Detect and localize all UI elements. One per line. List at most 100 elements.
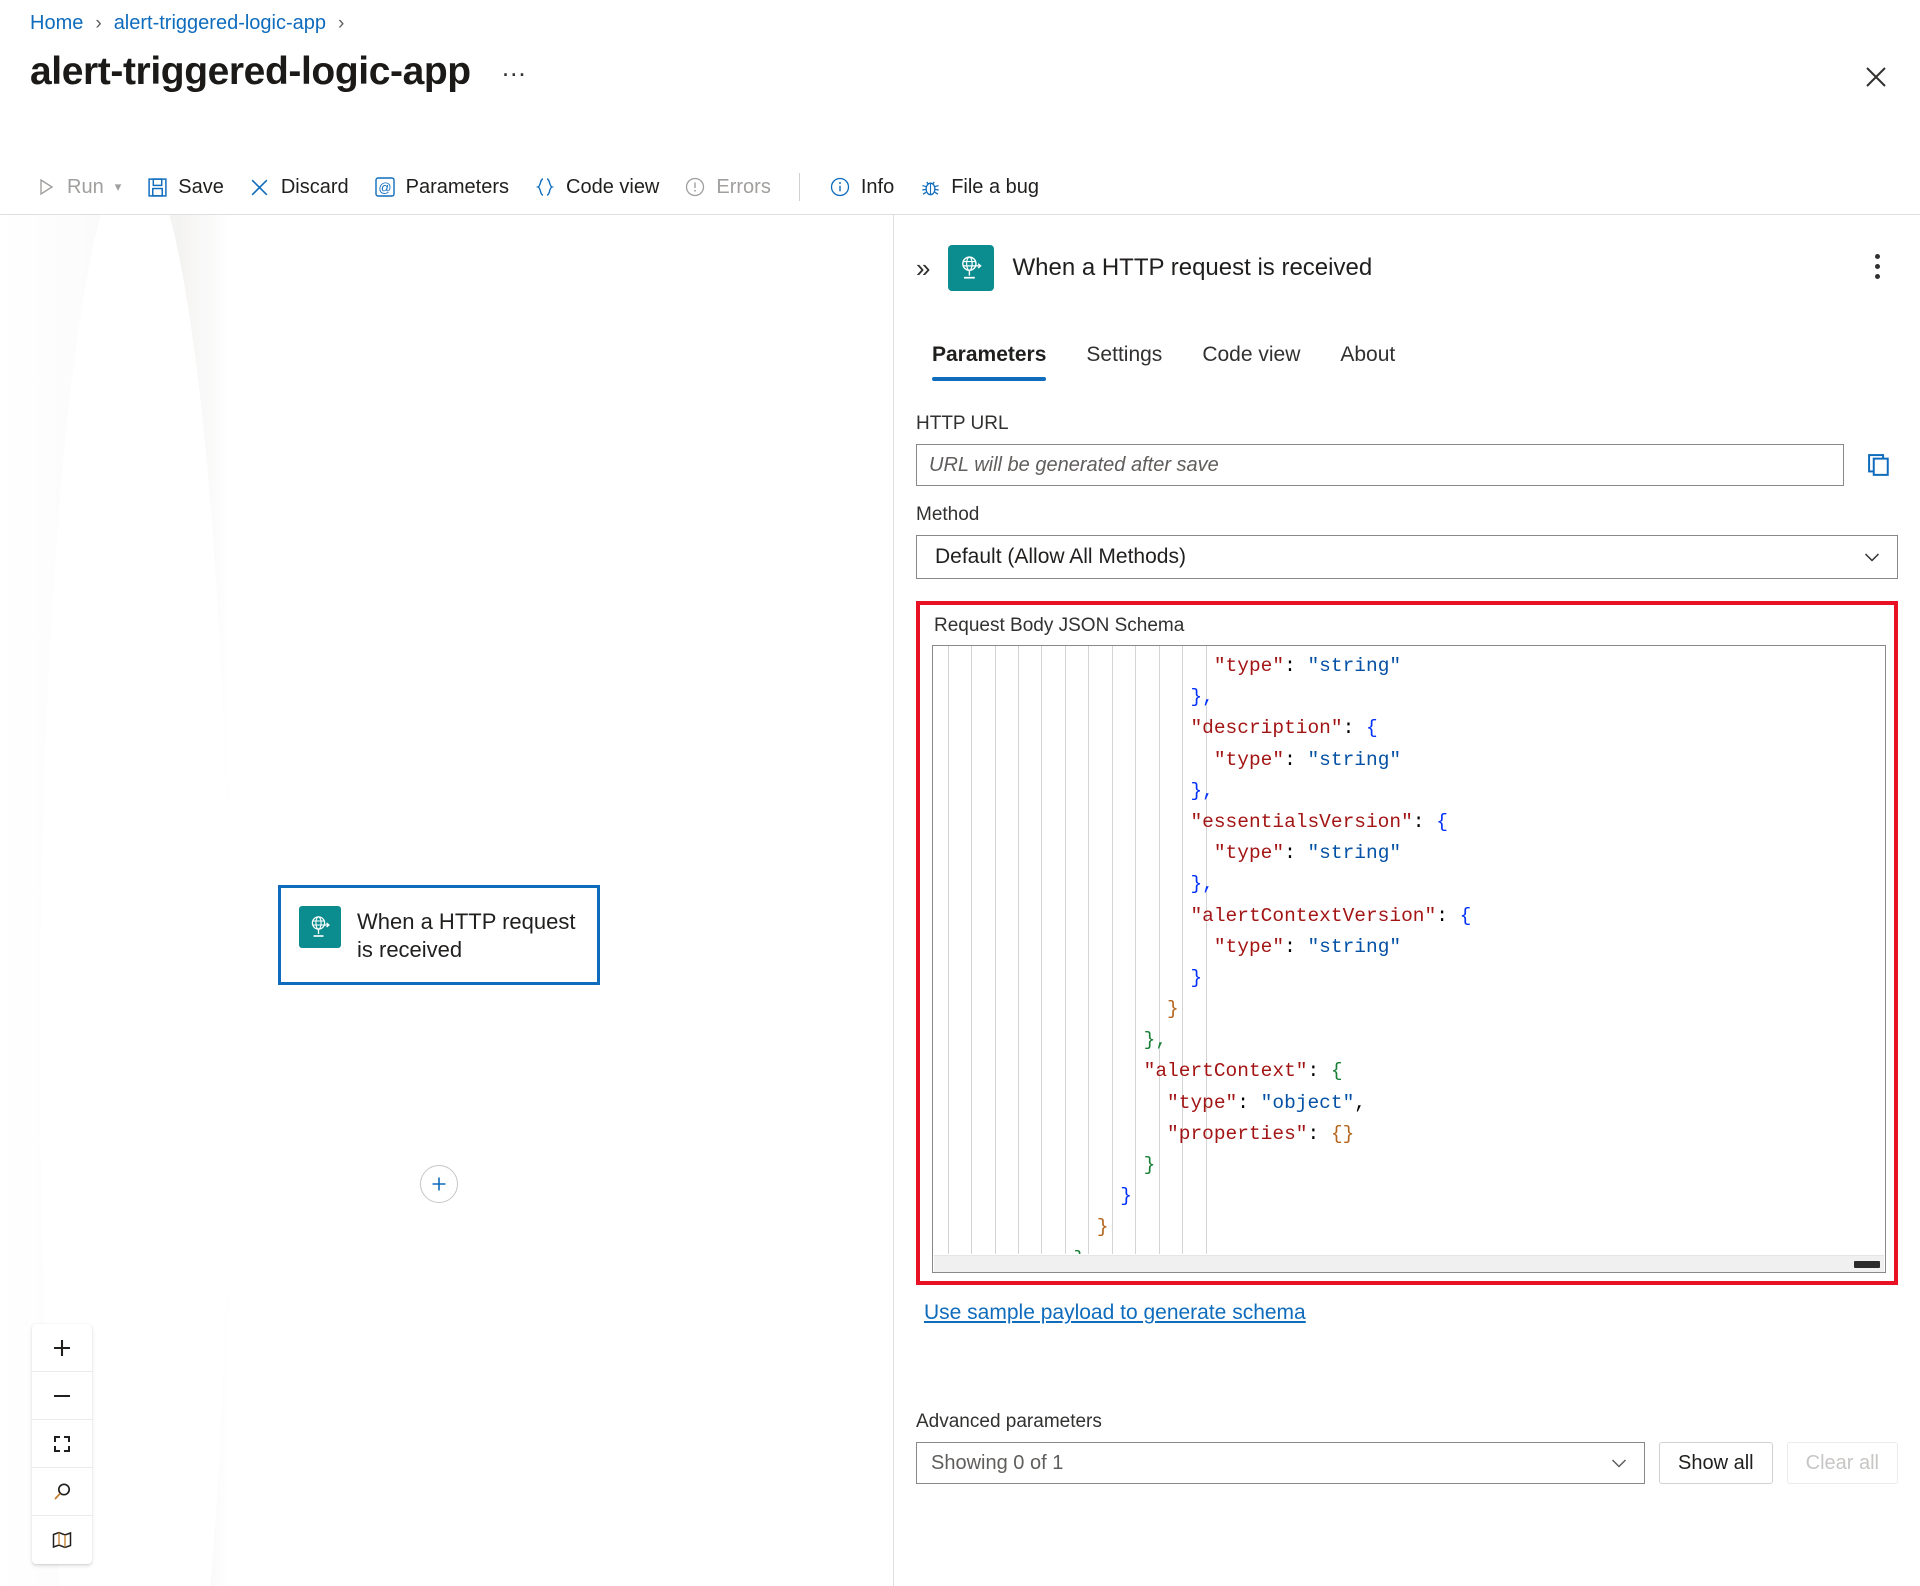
breadcrumb-item-logic-app[interactable]: alert-triggered-logic-app xyxy=(114,12,326,35)
request-body-schema-highlight: Request Body JSON Schema "type": "string… xyxy=(916,601,1898,1285)
code-line: "description": { xyxy=(933,713,1885,744)
errors-button[interactable]: Errors xyxy=(671,169,782,205)
zoom-in-button[interactable] xyxy=(32,1324,92,1372)
advanced-parameters-select[interactable]: Showing 0 of 1 xyxy=(916,1442,1646,1484)
close-blade-button[interactable] xyxy=(1856,57,1896,97)
horizontal-scrollbar[interactable] xyxy=(934,1255,1884,1272)
code-token: : xyxy=(1284,935,1308,958)
designer-canvas[interactable]: When a HTTP request is received xyxy=(0,214,893,1586)
code-line: } xyxy=(933,1244,1885,1254)
tab-parameters[interactable]: Parameters xyxy=(912,335,1066,381)
page-title-row: alert-triggered-logic-app … xyxy=(30,50,529,94)
panel-more-menu-button[interactable] xyxy=(1860,249,1894,283)
advanced-parameters-row: Showing 0 of 1 Show all Clear all xyxy=(916,1442,1898,1484)
code-token: : xyxy=(1342,717,1366,740)
code-token: {} xyxy=(1330,1122,1355,1145)
code-token: "description" xyxy=(1190,717,1343,740)
run-button[interactable]: Run ▾ xyxy=(22,169,133,205)
bug-icon xyxy=(918,175,942,199)
code-line: "type": "string" xyxy=(933,932,1885,963)
code-token: } xyxy=(1190,966,1203,989)
more-options-icon[interactable]: … xyxy=(501,52,529,93)
code-token: : xyxy=(1307,1122,1331,1145)
code-token: { xyxy=(1436,810,1448,833)
info-button[interactable]: Info xyxy=(816,169,906,205)
search-canvas-button[interactable] xyxy=(32,1468,92,1516)
collapse-panel-icon[interactable]: » xyxy=(916,255,930,281)
save-icon xyxy=(145,175,169,199)
code-line: "type": "string" xyxy=(933,745,1885,776)
code-scroll-area: "type": "string" }, "description": { "ty… xyxy=(933,646,1885,1254)
method-label: Method xyxy=(916,504,980,525)
save-button[interactable]: Save xyxy=(133,169,236,205)
error-icon xyxy=(683,175,707,199)
show-all-button[interactable]: Show all xyxy=(1659,1442,1773,1484)
kebab-dot-icon xyxy=(1874,253,1880,259)
tab-settings[interactable]: Settings xyxy=(1066,335,1182,381)
add-step-button[interactable] xyxy=(420,1165,458,1203)
http-request-icon xyxy=(948,245,995,291)
workflow-node-http-trigger[interactable]: When a HTTP request is received xyxy=(278,885,600,986)
code-line: "alertContextVersion": { xyxy=(933,901,1885,932)
command-toolbar: Run ▾ Save Discard @ Parameters Code vie… xyxy=(22,160,1920,214)
tab-code-view[interactable]: Code view xyxy=(1182,335,1320,381)
chevron-down-icon[interactable]: ▾ xyxy=(115,179,122,195)
tab-about[interactable]: About xyxy=(1320,335,1415,381)
http-url-label: HTTP URL xyxy=(916,413,1009,434)
copy-url-button[interactable] xyxy=(1860,446,1898,484)
file-a-bug-label: File a bug xyxy=(951,175,1040,198)
parameters-button[interactable]: @ Parameters xyxy=(361,169,521,205)
code-token: : xyxy=(1284,748,1308,771)
svg-text:@: @ xyxy=(378,180,391,195)
zoom-out-button[interactable] xyxy=(32,1372,92,1420)
braces-icon xyxy=(533,175,557,199)
file-a-bug-button[interactable]: File a bug xyxy=(906,169,1051,205)
code-token: "type" xyxy=(1213,935,1285,958)
kebab-dot-icon xyxy=(1874,273,1880,279)
plus-icon xyxy=(54,1339,70,1356)
method-select[interactable]: Default (Allow All Methods) xyxy=(916,535,1898,579)
request-body-schema-editor[interactable]: "type": "string" }, "description": { "ty… xyxy=(932,645,1886,1273)
code-token: "object" xyxy=(1260,1091,1355,1114)
clear-all-button[interactable]: Clear all xyxy=(1786,1442,1898,1484)
discard-label: Discard xyxy=(280,175,349,198)
info-label: Info xyxy=(860,175,895,198)
code-line: "alertContext": { xyxy=(933,1056,1885,1087)
scrollbar-thumb[interactable] xyxy=(1854,1261,1880,1268)
page-title: alert-triggered-logic-app xyxy=(30,50,471,93)
http-url-row: URL will be generated after save xyxy=(916,444,1898,486)
code-token: } xyxy=(1120,1185,1132,1208)
copy-icon xyxy=(1868,454,1889,476)
breadcrumb-item-home[interactable]: Home xyxy=(30,12,83,35)
code-token: "string" xyxy=(1307,842,1402,865)
code-line: }, xyxy=(933,869,1885,900)
panel-tabs: Parameters Settings Code view About xyxy=(894,335,1920,381)
code-token: } xyxy=(1143,1154,1156,1176)
plus-icon xyxy=(432,1177,446,1191)
toolbar-divider xyxy=(798,173,800,201)
code-line: }, xyxy=(933,776,1885,807)
code-token: : xyxy=(1284,655,1308,677)
code-token: "type" xyxy=(1213,655,1285,677)
code-view-button[interactable]: Code view xyxy=(521,169,671,205)
code-token: "string" xyxy=(1307,748,1402,771)
code-content[interactable]: "type": "string" }, "description": { "ty… xyxy=(933,646,1885,1254)
panel-body: HTTP URL URL will be generated after sav… xyxy=(894,413,1920,1325)
minimap-button[interactable] xyxy=(32,1516,92,1564)
code-line: "type": "object", xyxy=(933,1088,1885,1119)
tab-settings-label: Settings xyxy=(1086,343,1163,366)
code-line: } xyxy=(933,963,1885,994)
code-token: "string" xyxy=(1307,935,1402,958)
fit-to-screen-button[interactable] xyxy=(32,1420,92,1468)
breadcrumb: Home › alert-triggered-logic-app › xyxy=(30,12,344,35)
tab-code-view-label: Code view xyxy=(1202,343,1301,366)
http-url-input[interactable]: URL will be generated after save xyxy=(916,444,1844,486)
code-token: { xyxy=(1459,904,1472,927)
code-token: } xyxy=(1096,1216,1109,1239)
discard-button[interactable]: Discard xyxy=(236,169,361,205)
use-sample-payload-link[interactable]: Use sample payload to generate schema xyxy=(924,1301,1306,1325)
code-line: }, xyxy=(933,1025,1885,1056)
code-line: "type": "string" xyxy=(933,651,1885,682)
panel-title: When a HTTP request is received xyxy=(1012,254,1373,281)
code-token: "type" xyxy=(1213,842,1285,865)
